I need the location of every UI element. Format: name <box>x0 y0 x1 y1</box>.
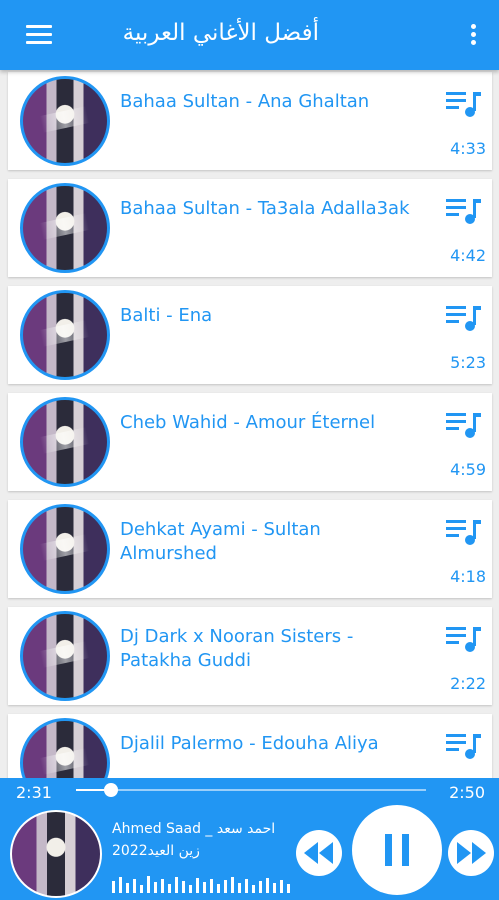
queue-music-icon[interactable] <box>446 625 482 653</box>
song-duration: 5:23 <box>450 353 486 372</box>
queue-music-icon[interactable] <box>446 518 482 546</box>
song-title: Bahaa Sultan - Ta3ala Adalla3ak <box>120 198 410 219</box>
song-title: Dehkat Ayami - Sultan Almurshed <box>120 519 321 564</box>
song-title: Djalil Palermo - Edouha Aliya <box>120 733 379 754</box>
queue-music-icon[interactable] <box>446 732 482 760</box>
song-item[interactable]: Djalil Palermo - Edouha Aliya <box>8 714 492 778</box>
next-button[interactable] <box>448 830 494 876</box>
song-duration: 4:59 <box>450 460 486 479</box>
pause-button[interactable] <box>352 805 442 895</box>
previous-button[interactable] <box>296 830 342 876</box>
pause-icon <box>385 834 409 866</box>
song-cover-image <box>20 397 110 487</box>
song-list[interactable]: Bahaa Sultan - Ana Ghaltan 4:33 Bahaa Su… <box>0 70 499 778</box>
now-playing-title: Ahmed Saad _ احمد سعد زين العيد2022 <box>112 818 292 862</box>
song-item[interactable]: Dj Dark x Nooran Sisters - Patakha Guddi… <box>8 607 492 705</box>
song-title: Bahaa Sultan - Ana Ghaltan <box>120 91 370 112</box>
song-duration: 2:22 <box>450 674 486 693</box>
queue-music-icon[interactable] <box>446 197 482 225</box>
song-duration: 4:42 <box>450 246 486 265</box>
song-title: Balti - Ena <box>120 305 213 326</box>
app-bar: أفضل الأغاني العربية <box>0 0 499 70</box>
audio-visualizer-icon <box>112 876 290 893</box>
more-vert-icon[interactable] <box>471 24 477 46</box>
song-item[interactable]: Cheb Wahid - Amour Éternel 4:59 <box>8 393 492 491</box>
skip-previous-icon <box>304 842 333 864</box>
song-cover-image <box>20 718 110 778</box>
app-title: أفضل الأغاني العربية <box>122 20 319 46</box>
song-cover-image <box>20 183 110 273</box>
now-playing-cover-image <box>10 810 102 898</box>
song-item[interactable]: Balti - Ena 5:23 <box>8 286 492 384</box>
music-player: 2:31 2:50 Ahmed Saad _ احمد سعد زين العي… <box>0 778 499 900</box>
song-cover-image <box>20 290 110 380</box>
song-item[interactable]: Bahaa Sultan - Ana Ghaltan 4:33 <box>8 72 492 170</box>
song-title: Dj Dark x Nooran Sisters - Patakha Guddi <box>120 626 354 671</box>
queue-music-icon[interactable] <box>446 90 482 118</box>
menu-icon[interactable] <box>26 25 52 45</box>
total-time: 2:50 <box>449 783 485 802</box>
now-playing-title-line1: Ahmed Saad _ احمد سعد <box>112 821 276 837</box>
song-cover-image <box>20 76 110 166</box>
song-duration: 4:18 <box>450 567 486 586</box>
song-item[interactable]: Bahaa Sultan - Ta3ala Adalla3ak 4:42 <box>8 179 492 277</box>
queue-music-icon[interactable] <box>446 411 482 439</box>
song-cover-image <box>20 504 110 594</box>
now-playing-title-line2: زين العيد2022 <box>112 843 200 859</box>
song-title: Cheb Wahid - Amour Éternel <box>120 412 376 433</box>
skip-next-icon <box>457 842 486 864</box>
current-time: 2:31 <box>16 783 52 802</box>
song-cover-image <box>20 611 110 701</box>
song-duration: 4:33 <box>450 139 486 158</box>
seek-handle[interactable] <box>104 783 118 797</box>
song-item[interactable]: Dehkat Ayami - Sultan Almurshed 4:18 <box>8 500 492 598</box>
seek-bar[interactable] <box>76 783 426 797</box>
queue-music-icon[interactable] <box>446 304 482 332</box>
